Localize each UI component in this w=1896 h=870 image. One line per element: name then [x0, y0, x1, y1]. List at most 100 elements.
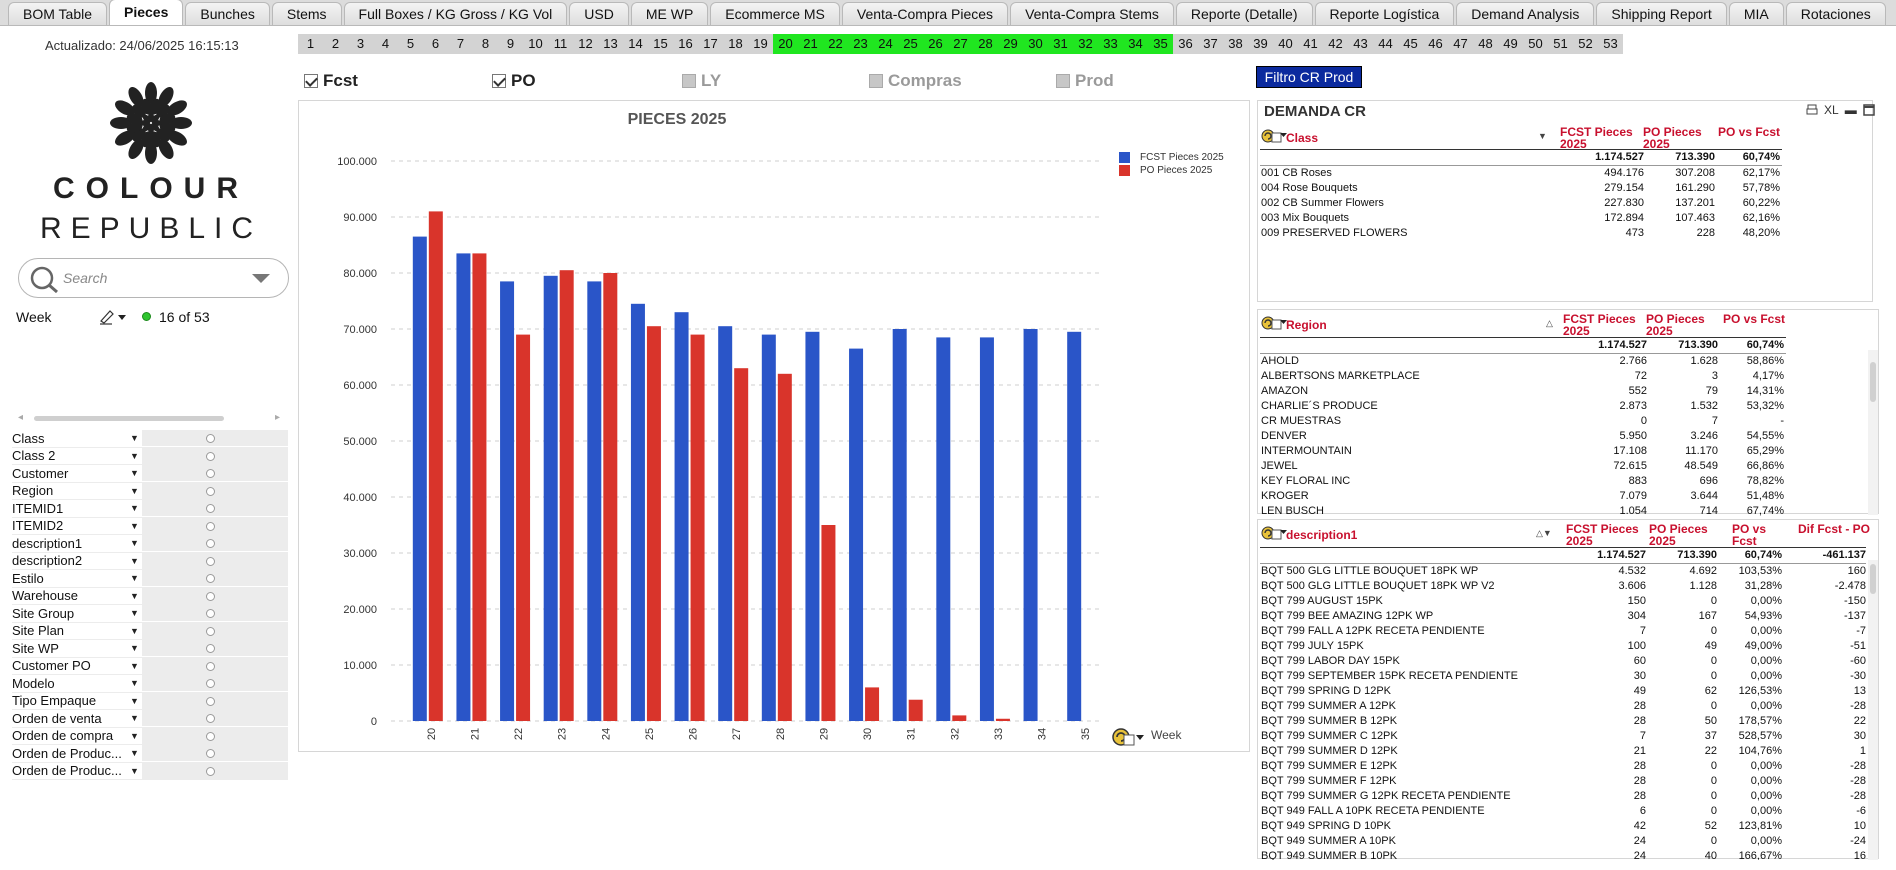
- minimize-icon[interactable]: ▬: [1845, 103, 1857, 117]
- table-row[interactable]: 002 CB Summer Flowers 227.830 137.201 60,22…: [1258, 197, 1780, 212]
- cycle-dimension-icon[interactable]: [1261, 315, 1287, 334]
- horizontal-scrollbar[interactable]: ◂ ▸: [14, 412, 284, 424]
- filter-dropdown-icon[interactable]: ▼: [130, 468, 142, 478]
- filter-value-box[interactable]: [142, 605, 288, 622]
- filter-dropdown-icon[interactable]: ▼: [130, 748, 142, 758]
- week-3[interactable]: 3: [348, 34, 373, 54]
- bar-po-week-30[interactable]: [865, 687, 880, 721]
- table-row[interactable]: CHARLIE´S PRODUCE 2.873 1.532 53,32%: [1258, 400, 1784, 415]
- filter-site-group[interactable]: Site Group ▼: [12, 605, 288, 623]
- cycle-dimension-icon[interactable]: [1261, 525, 1287, 544]
- filter-itemid2[interactable]: ITEMID2 ▼: [12, 517, 288, 535]
- week-23[interactable]: 23: [848, 34, 873, 54]
- filter-value-box[interactable]: [142, 482, 288, 499]
- table-row[interactable]: CR MUESTRAS 0 7-: [1258, 415, 1784, 430]
- filter-value-box[interactable]: [142, 622, 288, 639]
- week-21[interactable]: 21: [798, 34, 823, 54]
- filter-value-box[interactable]: [142, 640, 288, 657]
- week-27[interactable]: 27: [948, 34, 973, 54]
- week-12[interactable]: 12: [573, 34, 598, 54]
- week-19[interactable]: 19: [748, 34, 773, 54]
- column-header-class[interactable]: Class: [1286, 132, 1436, 144]
- table-row[interactable]: JEWEL 72.615 48.549 66,86%: [1258, 460, 1784, 475]
- maximize-icon[interactable]: [1862, 104, 1875, 116]
- tab-demand-analysis[interactable]: Demand Analysis: [1456, 2, 1595, 25]
- bar-fcst-week-23[interactable]: [543, 275, 558, 721]
- week-40[interactable]: 40: [1273, 34, 1298, 54]
- week-25[interactable]: 25: [898, 34, 923, 54]
- filter-dropdown-icon[interactable]: ▼: [130, 433, 142, 443]
- filter-dropdown-icon[interactable]: ▼: [130, 451, 142, 461]
- filter-dropdown-icon[interactable]: ▼: [130, 661, 142, 671]
- week-11[interactable]: 11: [548, 34, 573, 54]
- week-6[interactable]: 6: [423, 34, 448, 54]
- filter-tipo-empaque[interactable]: Tipo Empaque ▼: [12, 692, 288, 710]
- bar-fcst-week-31[interactable]: [892, 329, 907, 721]
- filter-site-wp[interactable]: Site WP ▼: [12, 640, 288, 658]
- filter-orden-de-produc[interactable]: Orden de Produc... ▼: [12, 762, 288, 780]
- tab-ecommerce-ms[interactable]: Ecommerce MS: [710, 2, 840, 25]
- po-checkbox[interactable]: PO: [492, 71, 536, 91]
- week-51[interactable]: 51: [1548, 34, 1573, 54]
- filter-value-box[interactable]: [142, 727, 288, 744]
- table-row[interactable]: 001 CB Roses 494.176 307.208 62,17%: [1258, 167, 1780, 182]
- week-35[interactable]: 35: [1148, 34, 1173, 54]
- week-7[interactable]: 7: [448, 34, 473, 54]
- column-header-po-vs-fcst[interactable]: PO vs Fcst: [1718, 126, 1788, 138]
- table-row[interactable]: BQT 799 SEPTEMBER 15PK RECETA PENDIENTE 3…: [1258, 670, 1866, 685]
- bar-fcst-week-29[interactable]: [805, 331, 820, 721]
- bar-po-week-25[interactable]: [646, 326, 661, 721]
- tab-pieces[interactable]: Pieces: [109, 0, 184, 25]
- filter-value-box[interactable]: [142, 710, 288, 727]
- tab-venta-compra-stems[interactable]: Venta-Compra Stems: [1010, 2, 1174, 25]
- table-row[interactable]: BQT 799 SUMMER G 12PK RECETA PENDIENTE 28…: [1258, 790, 1866, 805]
- filter-dropdown-icon[interactable]: ▼: [130, 521, 142, 531]
- table-row[interactable]: BQT 799 BEE AMAZING 12PK WP 304 167 54,93% -…: [1258, 610, 1866, 625]
- bar-fcst-week-32[interactable]: [936, 337, 951, 721]
- filter-warehouse[interactable]: Warehouse ▼: [12, 587, 288, 605]
- week-15[interactable]: 15: [648, 34, 673, 54]
- filter-class[interactable]: Class ▼: [12, 430, 288, 448]
- bar-po-week-33[interactable]: [995, 718, 1010, 721]
- chevron-down-icon[interactable]: [252, 274, 270, 284]
- week-14[interactable]: 14: [623, 34, 648, 54]
- bar-fcst-week-21[interactable]: [456, 253, 471, 721]
- bar-fcst-week-30[interactable]: [849, 348, 864, 721]
- scroll-left-icon[interactable]: ◂: [18, 412, 23, 423]
- filter-value-box[interactable]: [142, 745, 288, 762]
- week-45[interactable]: 45: [1398, 34, 1423, 54]
- week-24[interactable]: 24: [873, 34, 898, 54]
- table-row[interactable]: INTERMOUNTAIN 17.108 11.170 65,29%: [1258, 445, 1784, 460]
- tab-shipping-report[interactable]: Shipping Report: [1596, 2, 1727, 25]
- week-18[interactable]: 18: [723, 34, 748, 54]
- export-excel-button[interactable]: XL: [1824, 103, 1839, 117]
- tab-bunches[interactable]: Bunches: [185, 2, 270, 25]
- week-52[interactable]: 52: [1573, 34, 1598, 54]
- table-row[interactable]: BQT 799 SUMMER B 12PK 28 50 178,57% 22: [1258, 715, 1866, 730]
- week-48[interactable]: 48: [1473, 34, 1498, 54]
- filter-value-box[interactable]: [142, 587, 288, 604]
- column-header-description1[interactable]: description1: [1286, 529, 1486, 541]
- table-row[interactable]: ALBERTSONS MARKETPLACE 72 3 4,17%: [1258, 370, 1784, 385]
- filter-dropdown-icon[interactable]: ▼: [130, 643, 142, 653]
- prod-checkbox[interactable]: Prod: [1056, 71, 1114, 91]
- column-header-region[interactable]: Region: [1286, 319, 1436, 331]
- bar-fcst-week-35[interactable]: [1067, 331, 1082, 721]
- filter-value-box[interactable]: [142, 570, 288, 587]
- filter-region[interactable]: Region ▼: [12, 482, 288, 500]
- bar-fcst-week-20[interactable]: [412, 236, 427, 721]
- bar-fcst-week-26[interactable]: [674, 312, 689, 721]
- filter-value-box[interactable]: [142, 517, 288, 534]
- filter-description2[interactable]: description2 ▼: [12, 552, 288, 570]
- sort-icon[interactable]: △▼: [1536, 528, 1552, 539]
- column-header-fcst-pieces-2025[interactable]: FCST Pieces 2025: [1560, 126, 1640, 150]
- week-10[interactable]: 10: [523, 34, 548, 54]
- tab-stems[interactable]: Stems: [271, 2, 342, 25]
- week-22[interactable]: 22: [823, 34, 848, 54]
- filter-dropdown-icon[interactable]: ▼: [130, 696, 142, 706]
- ly-checkbox[interactable]: LY: [682, 71, 721, 91]
- week-31[interactable]: 31: [1048, 34, 1073, 54]
- week-41[interactable]: 41: [1298, 34, 1323, 54]
- table-row[interactable]: LEN BUSCH 1.054 714 67,74%: [1258, 505, 1784, 520]
- bar-fcst-week-33[interactable]: [979, 337, 994, 721]
